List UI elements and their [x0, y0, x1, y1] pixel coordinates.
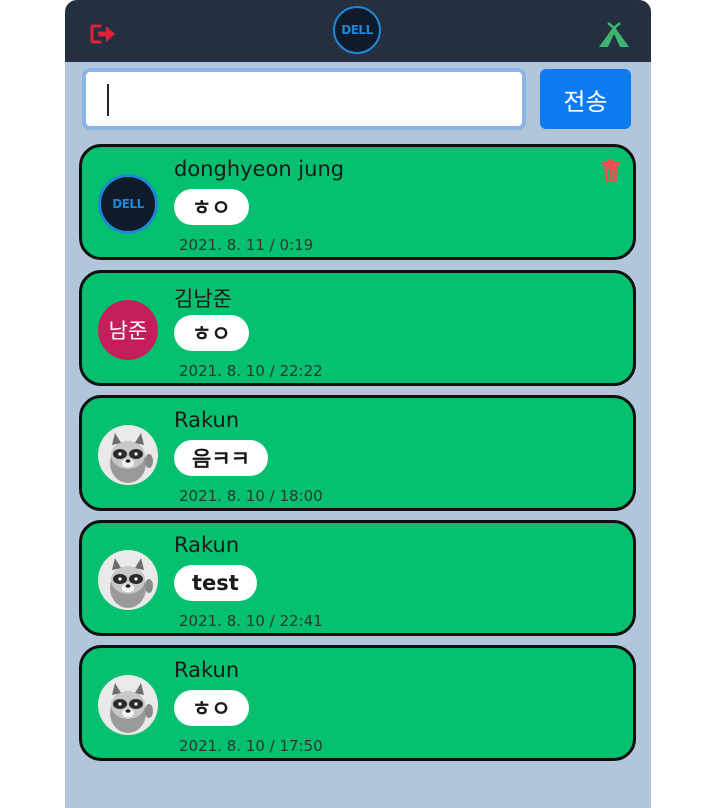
home-logo-button[interactable]: DELL: [333, 6, 381, 54]
author-name: Rakun: [174, 658, 240, 682]
text-cursor: [107, 84, 109, 116]
avatar: [98, 550, 158, 610]
top-bar: DELL: [65, 0, 651, 62]
message-bubble: 음ㅋㅋ: [174, 440, 268, 476]
message-timestamp: 2021. 8. 10 / 22:22: [179, 362, 323, 380]
send-button[interactable]: 전송: [540, 69, 631, 129]
avatar: [98, 675, 158, 735]
raccoon-icon: [110, 433, 153, 483]
message-card: 남준 김남준 ㅎㅇ 2021. 8. 10 / 22:22: [79, 270, 636, 386]
author-name: Rakun: [174, 408, 240, 432]
message-card: Rakun 음ㅋㅋ 2021. 8. 10 / 18:00: [79, 395, 636, 511]
avatar: [98, 425, 158, 485]
raccoon-icon: [110, 683, 153, 733]
message-bubble: ㅎㅇ: [174, 189, 249, 225]
dell-logo-text: DELL: [341, 23, 373, 37]
message-timestamp: 2021. 8. 10 / 18:00: [179, 487, 323, 505]
dell-logo-text: DELL: [112, 197, 144, 211]
message-card: Rakun test 2021. 8. 10 / 22:41: [79, 520, 636, 636]
chat-app: DELL 전송 DELL donghyeon jung ㅎㅇ 2021. 8. …: [65, 0, 651, 808]
message-timestamp: 2021. 8. 10 / 22:41: [179, 612, 323, 630]
message-card: DELL donghyeon jung ㅎㅇ 2021. 8. 11 / 0:1…: [79, 144, 636, 260]
author-name: Rakun: [174, 533, 240, 557]
message-timestamp: 2021. 8. 11 / 0:19: [179, 236, 314, 254]
avatar: DELL: [98, 174, 158, 234]
avatar: 남준: [98, 300, 158, 360]
logout-icon[interactable]: [90, 23, 116, 45]
author-name: 김남준: [174, 287, 232, 311]
message-card: Rakun ㅎㅇ 2021. 8. 10 / 17:50: [79, 645, 636, 761]
message-bubble: ㅎㅇ: [174, 315, 249, 351]
message-bubble: test: [174, 565, 257, 601]
message-timestamp: 2021. 8. 10 / 17:50: [179, 737, 323, 755]
tent-icon[interactable]: [598, 22, 630, 48]
message-input[interactable]: [82, 68, 526, 130]
author-name: donghyeon jung: [174, 157, 345, 181]
trash-icon[interactable]: [601, 159, 621, 183]
message-bubble: ㅎㅇ: [174, 690, 249, 726]
raccoon-icon: [110, 558, 153, 608]
